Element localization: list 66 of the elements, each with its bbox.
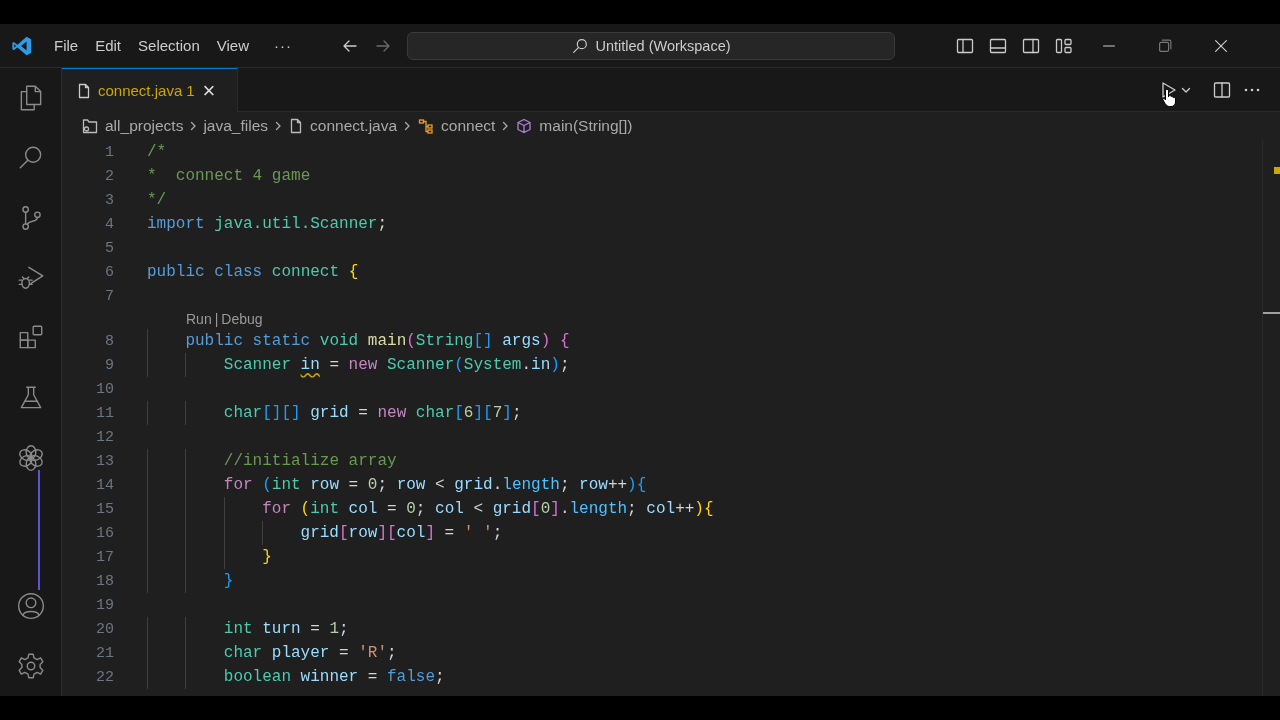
breadcrumb-item[interactable]: connect.java bbox=[288, 117, 398, 135]
line-number: 13 bbox=[95, 452, 114, 470]
code-line: char[][] grid = new char[6][7]; bbox=[147, 401, 522, 425]
code-line: import java.util.Scanner; bbox=[147, 214, 388, 235]
search-icon bbox=[571, 36, 590, 55]
menu-item[interactable]: Selection bbox=[137, 33, 208, 58]
code-line: * connect 4 game bbox=[147, 166, 311, 187]
line-number: 20 bbox=[95, 620, 114, 638]
line-number: 2 bbox=[104, 167, 114, 185]
line-number: 12 bbox=[95, 428, 114, 446]
breadcrumb-item[interactable]: all_projects bbox=[81, 117, 184, 135]
line-number: 9 bbox=[104, 356, 114, 374]
code-line: } bbox=[147, 569, 234, 593]
line-number: 18 bbox=[95, 572, 114, 590]
line-number: 21 bbox=[95, 644, 114, 662]
more-menu-button[interactable]: ··· bbox=[273, 33, 300, 58]
line-number: 17 bbox=[95, 548, 114, 566]
line-number: 4 bbox=[104, 215, 114, 233]
code-line: grid[row][col] = ' '; bbox=[147, 521, 503, 545]
codelens-link[interactable]: Run bbox=[186, 310, 212, 327]
menu-item[interactable]: View bbox=[215, 33, 257, 58]
separator: | bbox=[214, 310, 219, 327]
line-number: 5 bbox=[104, 239, 114, 257]
code-line: boolean winner = false; bbox=[147, 665, 445, 689]
code-line: public class connect { bbox=[147, 262, 359, 283]
line-number: 15 bbox=[95, 500, 114, 518]
file-icon bbox=[76, 82, 92, 99]
code-line: for (int row = 0; row < grid.length; row++){ bbox=[147, 473, 647, 497]
line-number: 10 bbox=[95, 380, 114, 398]
menu-item[interactable]: Edit bbox=[94, 33, 130, 58]
code-line: /* bbox=[147, 142, 167, 163]
menu-item[interactable]: File bbox=[53, 33, 87, 58]
code-line: */ bbox=[147, 190, 167, 211]
code-line: char player = 'R'; bbox=[147, 641, 397, 665]
pointer-cursor-icon bbox=[1162, 88, 1178, 108]
app-logo-icon bbox=[11, 34, 33, 57]
line-number: 7 bbox=[104, 287, 114, 305]
codelens-link[interactable]: Debug bbox=[221, 310, 263, 327]
warning-marker bbox=[1274, 167, 1280, 174]
code-line: for (int col = 0; col < grid[0].length; col++){ bbox=[147, 497, 714, 521]
line-number: 22 bbox=[95, 668, 114, 686]
problem-count: 1 bbox=[186, 82, 195, 99]
cube-icon bbox=[515, 118, 534, 134]
split-editor-icon[interactable] bbox=[1212, 79, 1232, 100]
code-line: } bbox=[147, 545, 272, 569]
breadcrumb-item[interactable]: connect bbox=[417, 117, 496, 135]
code-line: public static void main(String[] args) { bbox=[147, 329, 570, 353]
code-line: //initialize array bbox=[147, 449, 397, 473]
line-number: 14 bbox=[95, 476, 114, 494]
command-center[interactable]: Untitled (Workspace) bbox=[407, 31, 895, 60]
line-number: 3 bbox=[104, 191, 114, 209]
line-number: 1 bbox=[104, 143, 114, 161]
line-number: 6 bbox=[104, 263, 114, 281]
code-line: int turn = 1; bbox=[147, 617, 349, 641]
editor-tab[interactable]: connect.java 1 × bbox=[62, 68, 238, 112]
line-number: 19 bbox=[95, 596, 114, 614]
line-number: 16 bbox=[95, 524, 114, 542]
class-icon bbox=[417, 118, 436, 134]
folder-icon bbox=[81, 118, 99, 134]
code-line: Scanner in = new Scanner(System.in); bbox=[147, 353, 570, 377]
cursor-marker bbox=[1263, 312, 1280, 314]
line-number: 11 bbox=[95, 404, 114, 422]
close-tab-button[interactable]: × bbox=[202, 79, 216, 102]
breadcrumb-item[interactable]: main(String[]) bbox=[515, 117, 633, 135]
line-number: 8 bbox=[104, 332, 114, 350]
breadcrumb-item[interactable]: java_files bbox=[203, 117, 269, 135]
